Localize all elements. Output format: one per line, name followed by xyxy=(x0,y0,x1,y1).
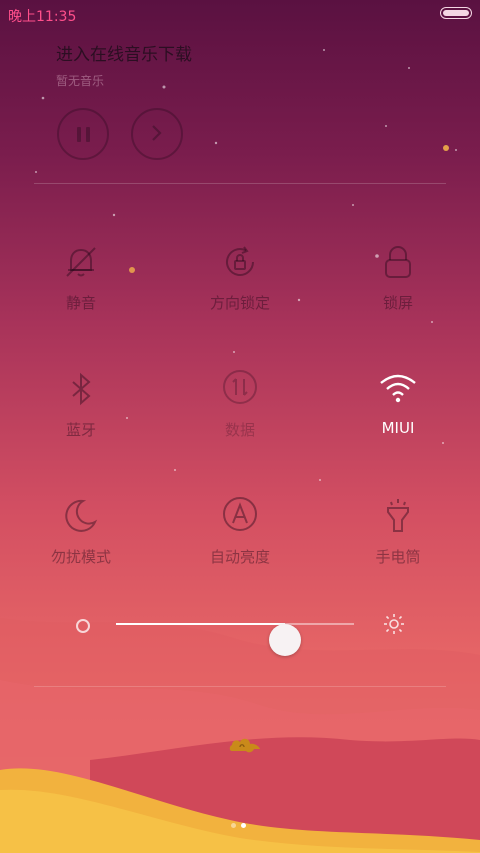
toggle-wifi[interactable]: MIUI xyxy=(338,369,458,469)
toggle-do-not-disturb[interactable]: 勿扰模式 xyxy=(21,496,141,596)
brightness-slider[interactable] xyxy=(70,606,410,656)
toggle-lock-screen[interactable]: 锁屏 xyxy=(338,242,458,342)
moon-icon xyxy=(65,499,98,532)
brightness-track[interactable] xyxy=(116,623,354,656)
auto-brightness-icon xyxy=(223,497,257,531)
brightness-fill xyxy=(116,623,285,625)
clock-time: 晚上11:35 xyxy=(8,9,77,25)
wifi-icon xyxy=(380,374,416,403)
toggle-label: 自动亮度 xyxy=(209,548,270,566)
mobile-data-icon xyxy=(223,370,257,404)
pause-icon-bar xyxy=(86,127,90,142)
status-bar: 晚上11:35 xyxy=(0,0,480,28)
battery-level xyxy=(443,10,469,16)
toggle-label: 方向锁定 xyxy=(209,294,270,312)
bell-off-icon xyxy=(66,247,96,277)
page-dot-active[interactable] xyxy=(241,823,246,828)
lock-icon xyxy=(385,246,411,278)
toggle-bluetooth[interactable]: 蓝牙 xyxy=(21,369,141,469)
toggle-label: 锁屏 xyxy=(382,294,413,312)
next-button[interactable] xyxy=(131,108,183,160)
toggle-flashlight[interactable]: 手电筒 xyxy=(338,496,458,596)
brightness-low-icon xyxy=(76,619,90,633)
battery-icon xyxy=(440,7,472,19)
brightness-thumb[interactable] xyxy=(268,624,301,656)
flashlight-icon xyxy=(387,499,409,532)
divider-top xyxy=(34,183,446,184)
toggle-label: 蓝牙 xyxy=(65,421,96,439)
music-widget[interactable]: 进入在线音乐下载 暂无音乐 xyxy=(56,40,436,89)
toggle-label: 手电筒 xyxy=(375,548,421,566)
page-dot[interactable] xyxy=(231,823,236,828)
cloud-icon xyxy=(229,738,260,753)
toggle-mobile-data[interactable]: 数据 xyxy=(180,369,300,469)
pause-icon xyxy=(77,127,81,142)
toggle-label: 勿扰模式 xyxy=(50,548,111,566)
rotation-lock-icon xyxy=(226,246,254,277)
bluetooth-icon xyxy=(72,372,91,406)
chevron-right-icon xyxy=(152,125,162,141)
page-indicator xyxy=(231,813,251,832)
music-title[interactable]: 进入在线音乐下载 xyxy=(56,40,436,65)
toggle-label: 静音 xyxy=(65,294,96,312)
toggle-auto-brightness[interactable]: 自动亮度 xyxy=(180,496,300,596)
divider-bottom xyxy=(34,686,446,687)
pause-button[interactable] xyxy=(57,108,109,160)
music-subtitle: 暂无音乐 xyxy=(56,74,105,88)
toggle-rotation-lock[interactable]: 方向锁定 xyxy=(180,242,300,342)
toggle-label: MIUI xyxy=(381,419,415,437)
toggle-label: 数据 xyxy=(224,421,255,439)
toggle-mute[interactable]: 静音 xyxy=(21,242,141,342)
brightness-high-icon xyxy=(384,614,404,634)
